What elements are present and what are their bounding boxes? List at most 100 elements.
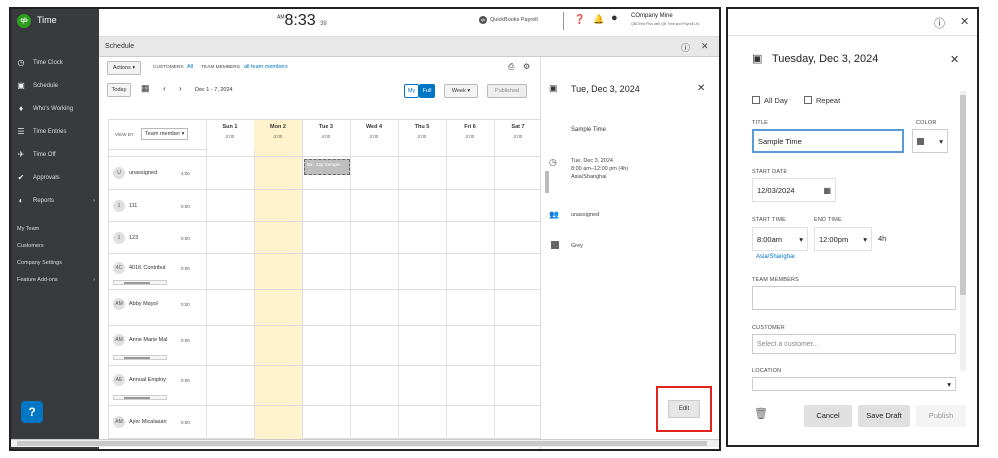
sidebar-item-my-team[interactable]: My Team — [17, 226, 39, 232]
all-day-checkbox[interactable] — [752, 96, 760, 104]
bell-icon[interactable]: 🔔 — [593, 14, 604, 25]
avatar: 1 — [113, 200, 125, 212]
detail-assignee: unassigned — [571, 212, 600, 218]
sidebar-item-time-clock[interactable]: ◷ Time Clock — [17, 58, 95, 67]
help-button[interactable]: ? — [21, 401, 43, 423]
chevron-down-icon: ▾ — [939, 136, 943, 146]
help-icon[interactable]: ⓘ — [934, 15, 945, 31]
chevron-down-icon: ▾ — [799, 234, 803, 244]
sidebar-item-time-entries[interactable]: ☰ Time Entries — [17, 127, 95, 136]
member-name[interactable]: Ayer Micalasan — [129, 419, 173, 425]
edit-button[interactable]: Edit — [668, 400, 700, 418]
close-icon[interactable]: ✕ — [950, 53, 959, 66]
print-icon[interactable]: ⎙ — [508, 62, 514, 72]
save-draft-button[interactable]: Save Draft — [858, 405, 910, 427]
full-toggle[interactable]: Full — [419, 84, 435, 98]
sidebar-item-schedule[interactable]: ▣ Schedule — [17, 81, 95, 90]
close-icon[interactable]: ✕ — [701, 41, 709, 52]
publish-button[interactable]: Publish — [916, 405, 966, 427]
calendar-icon[interactable]: ▦ — [141, 83, 150, 94]
detail-title: Sample Time — [571, 127, 607, 133]
member-name[interactable]: Annual Employ — [129, 377, 173, 383]
view-by-dropdown[interactable]: Team member ▾ — [141, 128, 189, 140]
horizontal-scrollbar[interactable] — [11, 439, 719, 447]
avatar: AM — [113, 416, 125, 428]
pin-icon: ♦ — [18, 104, 24, 113]
detail-scrollbar[interactable] — [545, 171, 549, 193]
table-row: AM Anne Marie Mal 0:00 — [109, 325, 547, 365]
end-time-label: END TIME — [814, 217, 842, 223]
edit-shift-panel: ⓘ ✕ ▣ Tuesday, Dec 3, 2024 ✕ All Day Rep… — [726, 7, 979, 447]
calendar-icon: ▣ — [752, 53, 763, 65]
member-name[interactable]: unassigned — [129, 170, 173, 176]
company-name[interactable]: COmpany Mine — [631, 13, 673, 19]
detail-when: Tue, Dec 3, 2024 8:00 am–12:00 pm (4h) Asi… — [571, 158, 629, 180]
week-dropdown[interactable]: Week ▾ — [444, 84, 478, 98]
table-row: 1 123 0:00 — [109, 221, 547, 253]
sidebar-item-time-off[interactable]: ✈ Time Off — [17, 150, 95, 159]
today-button[interactable]: Today — [107, 83, 131, 97]
member-name[interactable]: 401K Contribut — [129, 265, 173, 271]
avatar: 4C — [113, 262, 125, 274]
calendar-icon: ▦ — [823, 185, 831, 195]
published-button[interactable]: Published — [487, 84, 527, 98]
avatar: 1 — [113, 232, 125, 244]
team-members-filter[interactable]: all team members — [244, 64, 288, 70]
member-hours: 0:00 — [181, 204, 190, 209]
color-dropdown[interactable]: ▾ — [912, 129, 948, 153]
start-date-input[interactable]: 12/03/2024 ▦ — [752, 178, 836, 202]
page-title: Schedule — [105, 43, 135, 50]
trash-icon[interactable]: 🗑 — [754, 407, 768, 420]
customer-input[interactable]: Select a customer... — [752, 334, 956, 354]
row-scrollbar[interactable] — [113, 355, 167, 360]
chevron-down-icon: ▾ — [863, 234, 867, 244]
end-time-dropdown[interactable]: 12:00pm ▾ — [814, 227, 872, 251]
shift-block[interactable]: 8a - 12p Sample... — [304, 159, 350, 175]
title-input[interactable]: Sample Time — [752, 129, 904, 153]
day-header: Fri 6 0:00 — [464, 124, 476, 139]
member-hours: 0:00 — [181, 236, 190, 241]
member-name[interactable]: Abby Mayol — [129, 301, 173, 307]
color-swatch — [917, 137, 924, 145]
clock-icon: ◷ — [17, 58, 25, 67]
row-scrollbar[interactable] — [113, 280, 167, 285]
member-name[interactable]: 123 — [129, 235, 173, 241]
start-time-dropdown[interactable]: 8:00am ▾ — [752, 227, 808, 251]
chevron-right-icon: › — [93, 277, 95, 283]
close-icon[interactable]: ✕ — [697, 83, 705, 94]
sidebar-item-approvals[interactable]: ✔ Approvals — [17, 173, 95, 182]
sidebar-item-customers[interactable]: Customers — [17, 243, 44, 249]
row-scrollbar[interactable] — [113, 395, 167, 400]
actions-dropdown[interactable]: Actions ▾ — [107, 61, 141, 75]
repeat-checkbox[interactable] — [804, 96, 812, 104]
chevron-left-icon[interactable]: ‹ — [163, 84, 166, 93]
payroll-link[interactable]: qb QuickBooks Payroll — [479, 16, 538, 24]
editor-scrollbar[interactable] — [960, 91, 966, 371]
team-members-label: TEAM MEMBERS — [201, 65, 240, 70]
customers-filter[interactable]: All — [187, 64, 193, 70]
location-dropdown[interactable]: ▾ — [752, 377, 956, 391]
day-header: Sat 7 0:00 — [511, 124, 525, 139]
timezone-link[interactable]: Asia/Shanghai — [756, 254, 795, 260]
sidebar-item-feature-addons[interactable]: Feature Add-ons › — [17, 277, 95, 283]
gear-icon[interactable]: ⚙ — [523, 62, 530, 71]
help-icon[interactable]: ⓘ — [681, 41, 690, 54]
chevron-right-icon: › — [93, 197, 95, 204]
cancel-button[interactable]: Cancel — [804, 405, 852, 427]
user-icon[interactable]: ● — [611, 12, 618, 24]
my-toggle[interactable]: My — [404, 84, 419, 98]
company-subtitle: QBOTest Plus with QB Time and Payroll US — [631, 22, 700, 26]
sidebar-item-company-settings[interactable]: Company Settings — [17, 260, 62, 266]
sidebar-item-whos-working[interactable]: ♦ Who's Working — [17, 104, 95, 113]
date-range: Dec 1 - 7, 2024 — [195, 87, 233, 93]
start-date-label: START DATE — [752, 169, 788, 175]
team-members-input[interactable] — [752, 286, 956, 310]
location-label: LOCATION — [752, 368, 782, 374]
help-icon[interactable]: ❓ — [574, 14, 585, 25]
member-hours: 0:00 — [181, 420, 190, 425]
member-name[interactable]: Anne Marie Mal — [129, 337, 173, 343]
sidebar-item-reports[interactable]: ◐ Reports › — [17, 196, 95, 205]
close-icon[interactable]: ✕ — [960, 15, 969, 28]
chevron-right-icon[interactable]: › — [179, 84, 182, 93]
member-name[interactable]: 111 — [129, 203, 173, 209]
